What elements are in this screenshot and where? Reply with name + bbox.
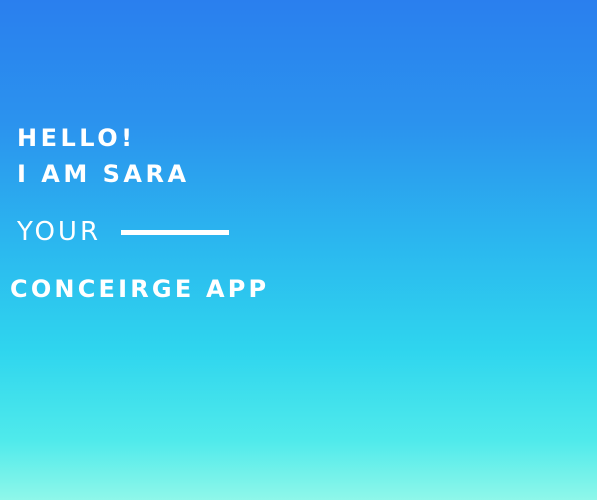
app-name: CONCEIRGE APP (10, 275, 270, 303)
greeting-name: I AM SARA (17, 160, 190, 188)
tagline-divider-line (121, 229, 230, 235)
tagline-your: YOUR (17, 217, 102, 247)
tagline-row: YOUR (17, 217, 230, 247)
splash-screen: HELLO! I AM SARA YOUR CONCEIRGE APP (0, 0, 597, 500)
greeting-hello: HELLO! (17, 124, 136, 152)
